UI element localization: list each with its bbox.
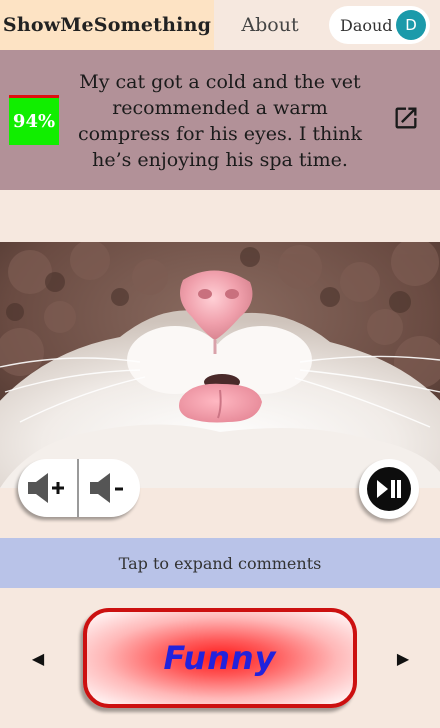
post-image[interactable] bbox=[0, 242, 440, 488]
user-menu[interactable]: Daoud D bbox=[329, 6, 430, 44]
avatar: D bbox=[396, 10, 426, 40]
post-caption: My cat got a cold and the vet recommende… bbox=[77, 71, 363, 171]
volume-up-icon bbox=[27, 473, 64, 503]
user-name: Daoud bbox=[340, 15, 393, 35]
top-nav: ShowMeSomething About Daoud D bbox=[0, 0, 440, 50]
brand-link[interactable]: ShowMeSomething bbox=[0, 0, 214, 50]
volume-down-button[interactable] bbox=[79, 459, 140, 517]
volume-up-button[interactable] bbox=[18, 459, 79, 517]
open-in-new-icon[interactable] bbox=[392, 104, 420, 132]
prev-reaction-arrow[interactable]: ◀ bbox=[28, 648, 48, 668]
play-pause-icon bbox=[367, 467, 411, 511]
volume-controls bbox=[18, 459, 140, 517]
play-pause-button[interactable] bbox=[359, 459, 419, 519]
next-reaction-arrow[interactable]: ▶ bbox=[393, 648, 413, 668]
score-badge: 94% bbox=[9, 95, 59, 145]
volume-down-icon bbox=[89, 473, 123, 503]
about-link[interactable]: About bbox=[224, 0, 316, 50]
funny-button[interactable]: Funny bbox=[83, 608, 357, 708]
expand-comments-button[interactable]: Tap to expand comments bbox=[0, 538, 440, 588]
